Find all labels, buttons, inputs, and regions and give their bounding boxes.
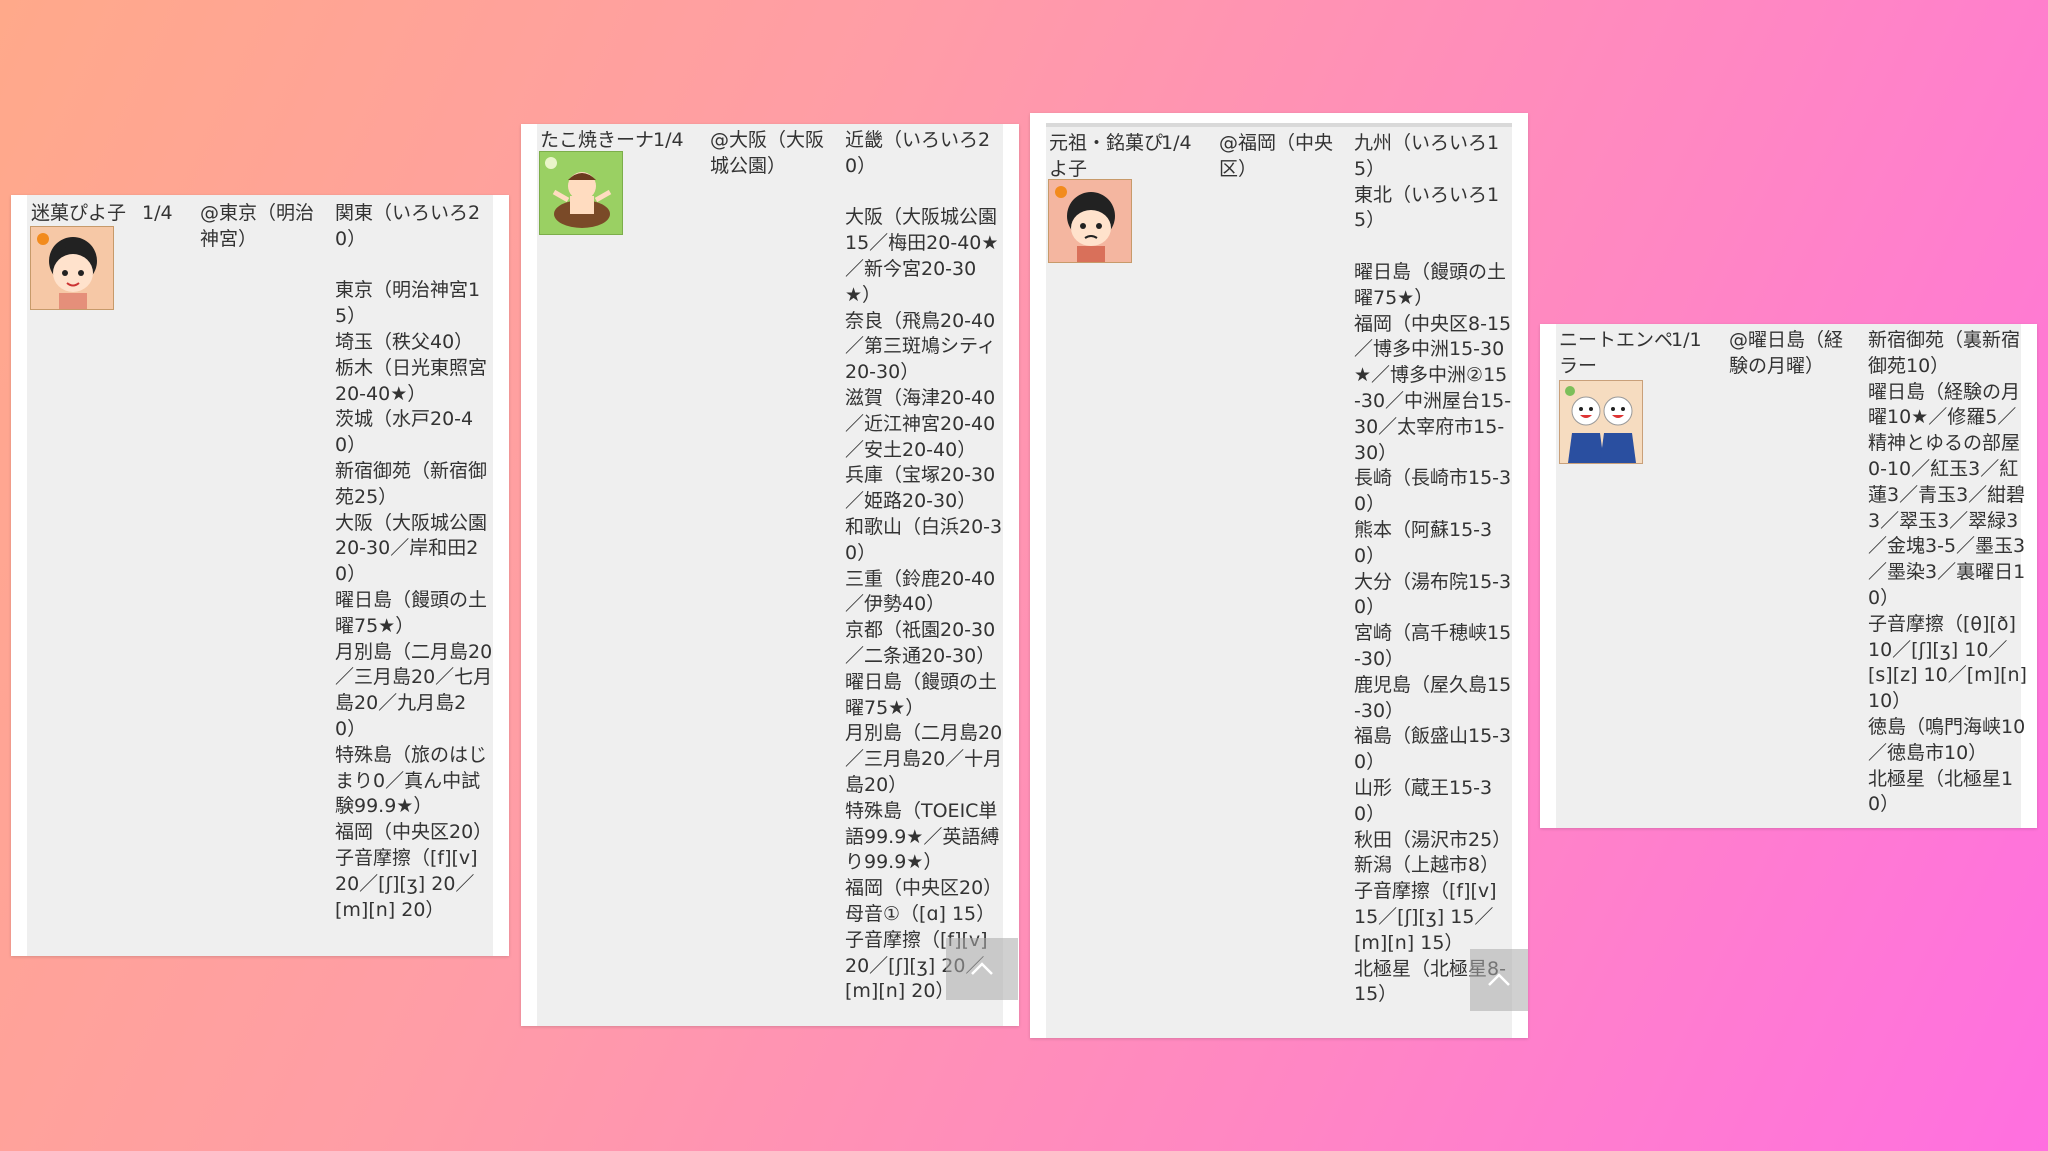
monster-name: ニートエンペラー: [1559, 329, 1674, 377]
monster-count: 1/4: [653, 129, 684, 151]
scroll-top-button[interactable]: [946, 938, 1018, 1000]
girl-character-icon: [30, 226, 114, 310]
monster-card-4: ニートエンペラー 1/1 @曜日島（経験の月曜） 新宿御苑（裏新宿御苑10） 曜…: [1540, 324, 2037, 828]
chevron-up-icon: [971, 962, 993, 975]
monster-location: @曜日島（経験の月曜）: [1729, 329, 1844, 377]
monster-areas: 関東（いろいろ20） 東京（明治神宮15） 埼玉（秩父40） 栃木（日光東照宮2…: [335, 202, 493, 921]
monster-location: @東京（明治神宮）: [200, 202, 315, 250]
monster-card-3: 元祖・銘菓ぴよ子 1/4 @福岡（中央区） 九州（いろいろ15） 東北（いろいろ…: [1030, 113, 1528, 1038]
monster-areas: 新宿御苑（裏新宿御苑10） 曜日島（経験の月曜10★／修羅5／精神とゆるの部屋0…: [1868, 329, 2027, 816]
monster-location: @大阪（大阪城公園）: [710, 129, 825, 177]
chevron-up-icon: [1488, 973, 1510, 986]
monster-name: 迷菓ぴよ子: [31, 202, 127, 224]
monster-location: @福岡（中央区）: [1219, 132, 1334, 180]
monster-areas: 近畿（いろいろ20） 大阪（大阪城公園15／梅田20-40★／新今宮20-30★…: [845, 129, 1003, 1003]
monster-count: 1/4: [1161, 132, 1192, 154]
boy-character-icon: [1048, 179, 1132, 263]
twin-emperor-icon: [1559, 380, 1643, 464]
monster-card-2: たこ焼きーナ 1/4 @大阪（大阪城公園） 近畿（いろいろ20） 大阪（大阪城公…: [521, 124, 1019, 1026]
monster-areas: 九州（いろいろ15） 東北（いろいろ15） 曜日島（饅頭の土曜75★） 福岡（中…: [1354, 132, 1512, 1006]
monster-name: 元祖・銘菓ぴよ子: [1049, 132, 1164, 180]
monster-name: たこ焼きーナ: [540, 129, 655, 151]
monster-card-1: 迷菓ぴよ子 1/4 @東京（明治神宮） 関東（いろいろ20） 東京（明治神宮15…: [11, 195, 509, 956]
monster-count: 1/4: [142, 202, 173, 224]
takoyaki-character-icon: [539, 151, 623, 235]
monster-count: 1/1: [1671, 329, 1702, 351]
scroll-top-button[interactable]: [1470, 949, 1528, 1011]
